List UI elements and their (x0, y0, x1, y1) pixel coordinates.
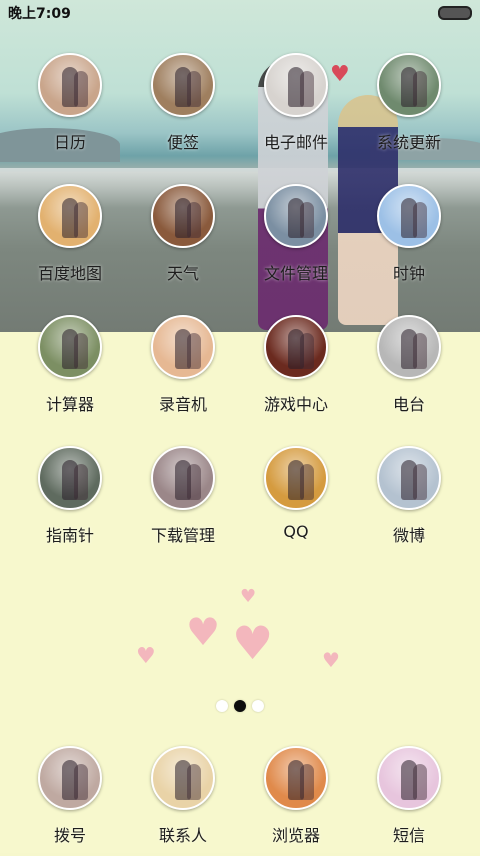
dock-phone[interactable]: 拨号 (15, 746, 125, 856)
app-label: 计算器 (45, 395, 94, 414)
heart-decoration: ♥ (322, 648, 340, 672)
dock-contacts[interactable]: 联系人 (128, 746, 238, 856)
heart-decoration: ♥ (232, 616, 274, 670)
status-time: 晚上7:09 (8, 6, 71, 22)
weibo-icon (377, 446, 441, 510)
email-icon (264, 53, 328, 117)
battery-icon (438, 6, 472, 20)
app-radio[interactable]: 电台 (354, 315, 464, 425)
notes-icon (151, 53, 215, 117)
app-calendar[interactable]: 日历 (15, 53, 125, 163)
page-dot[interactable] (252, 700, 264, 712)
app-weather[interactable]: 天气 (128, 184, 238, 294)
download-manager-icon (151, 446, 215, 510)
messages-icon (377, 746, 441, 810)
app-weibo[interactable]: 微博 (354, 446, 464, 556)
heart-decoration: ♥ (240, 586, 257, 607)
browser-icon (264, 746, 328, 810)
app-game-center[interactable]: 游戏中心 (241, 315, 351, 425)
app-label: 文件管理 (263, 264, 328, 283)
app-compass[interactable]: 指南针 (15, 446, 125, 556)
page-dot[interactable] (216, 700, 228, 712)
app-label: 拨号 (53, 826, 86, 845)
app-label: 电台 (392, 395, 425, 414)
app-label: 天气 (166, 264, 199, 283)
calculator-icon (38, 315, 102, 379)
app-download-manager[interactable]: 下载管理 (128, 446, 238, 556)
app-label: 联系人 (158, 826, 207, 845)
app-label: 录音机 (158, 395, 207, 414)
app-label: 浏览器 (271, 826, 320, 845)
game-center-icon (264, 315, 328, 379)
app-label: 指南针 (45, 526, 94, 545)
dock-browser[interactable]: 浏览器 (241, 746, 351, 856)
page-indicator[interactable] (216, 699, 264, 713)
map-icon (38, 184, 102, 248)
app-label: 下载管理 (150, 526, 215, 545)
app-baidu-map[interactable]: 百度地图 (15, 184, 125, 294)
app-calculator[interactable]: 计算器 (15, 315, 125, 425)
app-recorder[interactable]: 录音机 (128, 315, 238, 425)
app-qq[interactable]: QQ (241, 446, 351, 556)
calendar-icon (38, 53, 102, 117)
heart-decoration: ♥ (136, 644, 156, 669)
radio-icon (377, 315, 441, 379)
app-notes[interactable]: 便签 (128, 53, 238, 163)
status-bar: 晚上7:09 (0, 0, 480, 26)
page-dot-active[interactable] (234, 700, 246, 712)
app-label: 电子邮件 (263, 133, 328, 152)
recorder-icon (151, 315, 215, 379)
phone-icon (38, 746, 102, 810)
app-label: 百度地图 (37, 264, 102, 283)
qq-icon (264, 446, 328, 510)
app-label: QQ (283, 522, 309, 541)
heart-decoration: ♥ (186, 610, 221, 654)
clock-icon (377, 184, 441, 248)
dock-messages[interactable]: 短信 (354, 746, 464, 856)
contacts-icon (151, 746, 215, 810)
app-label: 便签 (166, 133, 199, 152)
system-update-icon (377, 53, 441, 117)
app-label: 系统更新 (376, 133, 441, 152)
app-label: 游戏中心 (263, 395, 328, 414)
app-clock[interactable]: 时钟 (354, 184, 464, 294)
app-email[interactable]: 电子邮件 (241, 53, 351, 163)
file-manager-icon (264, 184, 328, 248)
app-file-manager[interactable]: 文件管理 (241, 184, 351, 294)
app-label: 短信 (392, 826, 425, 845)
app-label: 时钟 (392, 264, 425, 283)
app-label: 微博 (392, 526, 425, 545)
compass-icon (38, 446, 102, 510)
app-label: 日历 (53, 133, 86, 152)
app-system-update[interactable]: 系统更新 (354, 53, 464, 163)
weather-icon (151, 184, 215, 248)
